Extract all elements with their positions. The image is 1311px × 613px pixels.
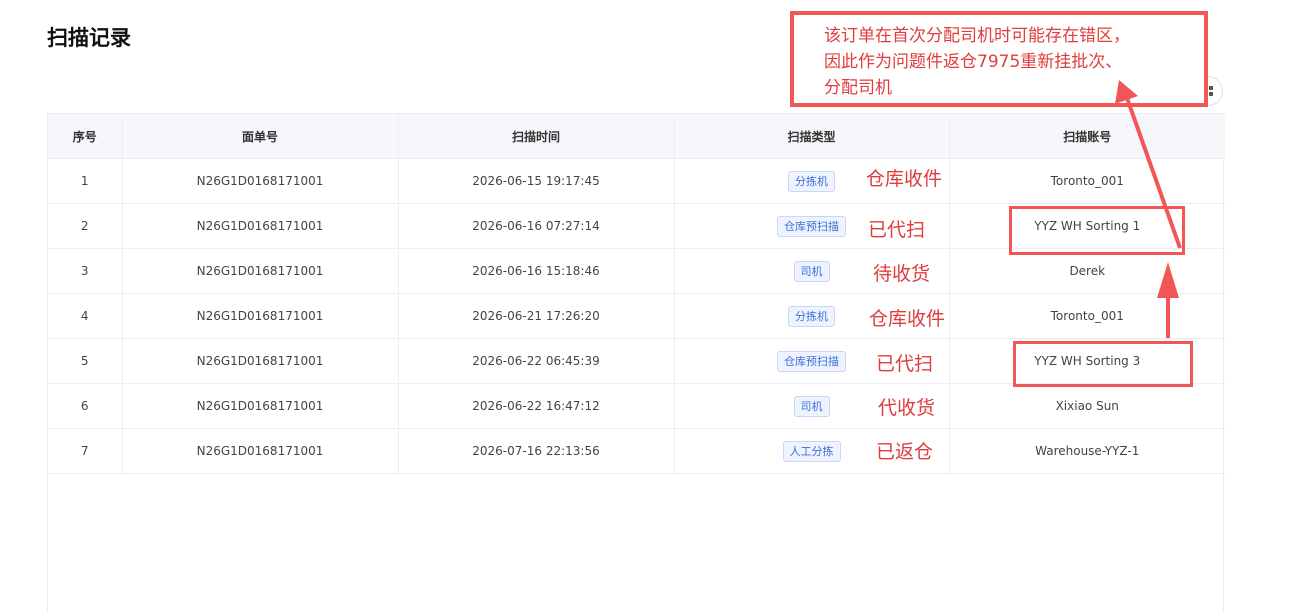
cell-index: 2 [48,203,123,249]
cell-scan-time: 2026-06-16 07:27:14 [398,203,675,249]
table-row[interactable]: 6 N26G1D0168171001 2026-06-22 16:47:12 司… [48,383,1225,429]
cell-index: 1 [48,158,123,204]
scan-type-tag: 仓库预扫描 [777,215,846,237]
cell-waybill: N26G1D0168171001 [122,383,399,429]
annotation-row-label: 仓库收件 [866,168,943,190]
highlight-box-sorting-1 [1009,206,1185,255]
cell-scan-time: 2026-06-15 19:17:45 [398,158,675,204]
cell-scan-account: Toronto_001 [949,158,1225,204]
annotation-note-box: 该订单在首次分配司机时可能存在错区， 因此作为问题件返仓7975重新挂批次、 分… [790,11,1208,107]
annotation-row-label: 代收货 [878,397,936,419]
table-row[interactable]: 7 N26G1D0168171001 2026-07-16 22:13:56 人… [48,428,1225,474]
column-header-scan-account[interactable]: 扫描账号 [949,114,1225,159]
column-header-index[interactable]: 序号 [48,114,123,159]
scan-type-tag: 仓库预扫描 [777,350,846,372]
scan-type-tag: 司机 [793,395,830,417]
scan-type-tag: 人工分拣 [782,440,841,462]
cell-scan-account: Toronto_001 [949,293,1225,339]
column-header-waybill[interactable]: 面单号 [122,114,399,159]
cell-scan-account: Warehouse-YYZ-1 [949,428,1225,474]
cell-index: 7 [48,428,123,474]
annotation-row-label: 仓库收件 [869,308,946,330]
cell-index: 3 [48,248,123,294]
cell-scan-time: 2026-06-16 15:18:46 [398,248,675,294]
annotation-row-label: 已代扫 [876,353,934,375]
cell-scan-time: 2026-06-21 17:26:20 [398,293,675,339]
annotation-row-label: 已代扫 [868,219,926,241]
annotation-row-label: 已返仓 [876,441,934,463]
table-row[interactable]: 1 N26G1D0168171001 2026-06-15 19:17:45 分… [48,158,1225,204]
annotation-note-line: 因此作为问题件返仓7975重新挂批次、 [824,52,1123,72]
cell-waybill: N26G1D0168171001 [122,338,399,384]
cell-index: 5 [48,338,123,384]
page-title: 扫描记录 [47,26,131,50]
cell-waybill: N26G1D0168171001 [122,428,399,474]
cell-scan-account: Xixiao Sun [949,383,1225,429]
table-row[interactable]: 4 N26G1D0168171001 2026-06-21 17:26:20 分… [48,293,1225,339]
cell-index: 6 [48,383,123,429]
cell-waybill: N26G1D0168171001 [122,203,399,249]
scan-type-tag: 司机 [793,260,830,282]
cell-waybill: N26G1D0168171001 [122,158,399,204]
cell-scan-time: 2026-06-22 16:47:12 [398,383,675,429]
annotation-row-label: 待收货 [873,263,931,285]
annotation-note-line: 该订单在首次分配司机时可能存在错区， [824,26,1130,46]
cell-scan-time: 2026-07-16 22:13:56 [398,428,675,474]
highlight-box-sorting-3 [1013,341,1193,387]
table-row[interactable]: 3 N26G1D0168171001 2026-06-16 15:18:46 司… [48,248,1225,294]
scan-type-tag: 分拣机 [788,305,835,327]
cell-scan-account: Derek [949,248,1225,294]
cell-scan-time: 2026-06-22 06:45:39 [398,338,675,384]
column-header-scan-time[interactable]: 扫描时间 [398,114,675,159]
cell-index: 4 [48,293,123,339]
cell-waybill: N26G1D0168171001 [122,293,399,339]
cell-waybill: N26G1D0168171001 [122,248,399,294]
table-header-row: 序号 面单号 扫描时间 扫描类型 扫描账号 [48,114,1225,159]
column-header-scan-type[interactable]: 扫描类型 [674,114,950,159]
annotation-note-line: 分配司机 [824,78,892,98]
scan-type-tag: 分拣机 [788,170,835,192]
